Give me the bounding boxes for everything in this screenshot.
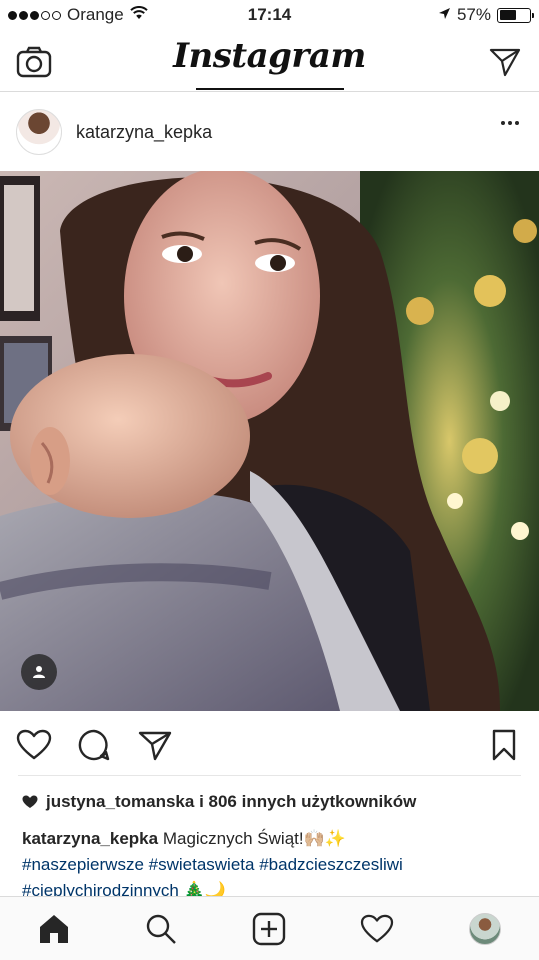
profile-avatar (469, 913, 501, 945)
post-photo[interactable] (0, 171, 539, 711)
post-actions (0, 711, 539, 775)
likes-rest-text: i 806 innych użytkowników (194, 792, 417, 811)
bookmark-icon (492, 729, 516, 761)
battery-icon (497, 7, 534, 23)
heart-icon (16, 729, 52, 760)
small-heart-icon (22, 795, 38, 808)
comment-icon (78, 729, 110, 761)
actions-divider (18, 775, 521, 776)
nav-search[interactable] (141, 909, 181, 949)
caption-line-2: #naszepierwsze #swietaswieta #badzcieszc… (22, 852, 522, 878)
caption-text: Magicznych Świąt!🙌🏼✨ (162, 829, 346, 848)
save-button[interactable] (486, 727, 522, 763)
hashtag[interactable]: #naszepierwsze (22, 855, 144, 874)
nav-profile[interactable] (465, 909, 505, 949)
status-bar: Orange 17:14 57% (0, 0, 539, 30)
instagram-logo: Instagram (173, 36, 366, 76)
caption-username[interactable]: katarzyna_kepka (22, 829, 158, 848)
home-icon (40, 915, 68, 943)
hashtag[interactable]: #badzcieszczesliwi (259, 855, 403, 874)
app-header: Instagram (0, 30, 539, 92)
add-post-icon (252, 912, 286, 946)
first-liker-username[interactable]: justyna_tomanska (46, 792, 194, 811)
likes-summary[interactable]: justyna_tomanska i 806 innych użytkownik… (22, 792, 416, 812)
direct-send-icon (489, 48, 521, 77)
comment-button[interactable] (76, 727, 112, 763)
nav-add-post[interactable] (249, 909, 289, 949)
author-avatar[interactable] (16, 109, 62, 155)
status-right: 57% (438, 5, 534, 25)
direct-message-button[interactable] (485, 42, 525, 82)
tagged-people-button[interactable] (21, 654, 57, 690)
like-button[interactable] (16, 727, 52, 763)
hashtag[interactable]: #swietaswieta (149, 855, 255, 874)
logo-underline (196, 88, 344, 90)
share-send-icon (138, 731, 172, 761)
nav-activity[interactable] (357, 909, 397, 949)
post-author-username[interactable]: katarzyna_kepka (76, 122, 212, 143)
nav-home[interactable] (34, 909, 74, 949)
bottom-nav (0, 896, 539, 960)
post-caption: katarzyna_kepka Magicznych Świąt!🙌🏼✨ #na… (22, 826, 522, 904)
person-icon (33, 666, 45, 678)
post-header: katarzyna_kepka (0, 93, 539, 171)
search-icon (146, 914, 176, 944)
battery-percent: 57% (456, 5, 491, 24)
more-options-icon[interactable] (501, 121, 519, 125)
location-arrow-icon (438, 5, 451, 25)
caption-line-1: katarzyna_kepka Magicznych Świąt!🙌🏼✨ (22, 826, 522, 852)
activity-heart-icon (360, 914, 394, 943)
share-button[interactable] (137, 727, 173, 763)
battery-level-fill (499, 10, 517, 20)
